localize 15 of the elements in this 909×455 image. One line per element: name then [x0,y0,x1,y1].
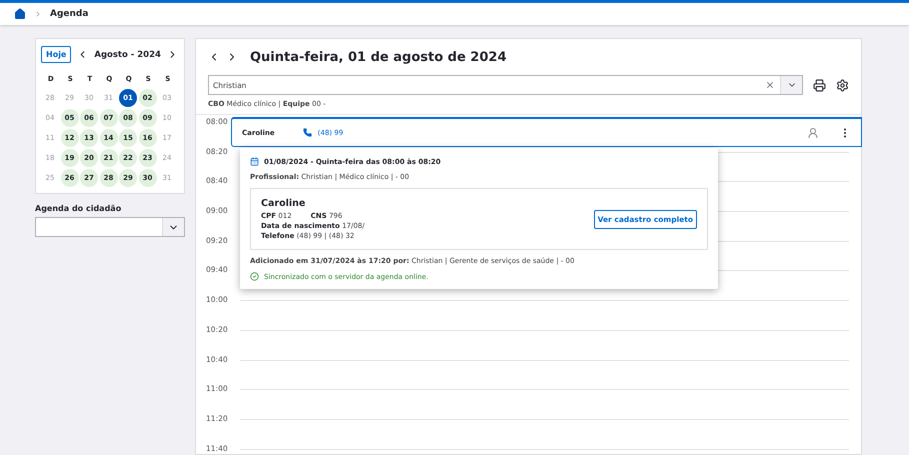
check-icon [250,272,259,281]
patient-name: Caroline [261,198,306,209]
person-icon[interactable] [807,126,819,138]
print-icon[interactable] [813,78,826,92]
chevron-right-icon [34,10,42,18]
clear-icon[interactable] [765,80,775,90]
field-label: Agenda do cidadão [35,204,122,213]
home-icon[interactable] [14,8,26,20]
month-label: Agosto - 2024 [94,50,161,60]
calendar-icon [250,157,259,166]
day-title: Quinta-feira, 01 de agosto de 2024 [250,50,506,64]
today-button[interactable]: Hoje [41,46,72,63]
phone-icon [302,128,312,137]
breadcrumb-item[interactable]: Agenda [50,9,88,19]
settings-icon[interactable] [836,78,849,92]
